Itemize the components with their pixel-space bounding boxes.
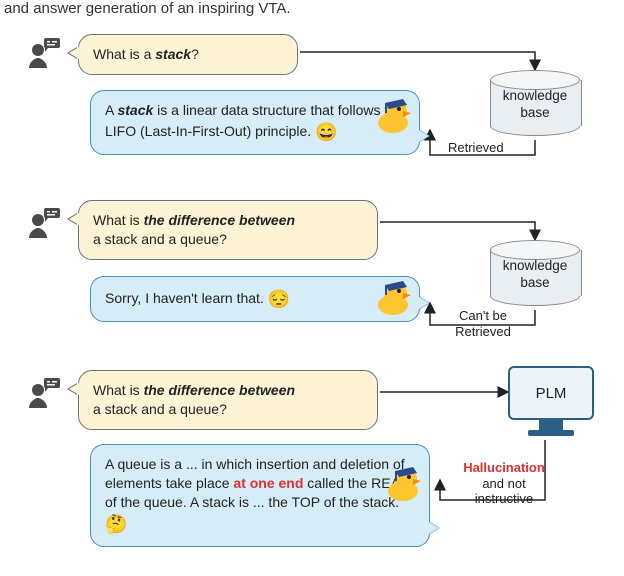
- q3-em: the difference between: [144, 382, 295, 398]
- duck-grad-icon: [373, 277, 413, 317]
- e2l1: Can't be: [459, 308, 507, 323]
- cropped-text-above: and answer generation of an inspiring VT…: [0, 0, 624, 17]
- kb2-line2: base: [520, 275, 549, 290]
- user-chat-icon: [26, 204, 62, 240]
- e2l2: Retrieved: [455, 324, 511, 339]
- knowledge-base-1: knowledge base: [490, 70, 580, 136]
- knowledge-base-2: knowledge base: [490, 240, 580, 306]
- a3-red: at one end: [233, 475, 303, 491]
- q3-line2: a stack and a queue?: [93, 401, 227, 417]
- plm-monitor: PLM: [508, 366, 594, 440]
- sad-emoji: 😔: [268, 289, 290, 309]
- q1-em: stack: [155, 46, 191, 62]
- user-chat-icon: [26, 34, 62, 70]
- user-question-1: What is a stack?: [78, 34, 298, 75]
- edge-cant-retrieve: Can't beRetrieved: [448, 308, 518, 339]
- think-emoji: 🤔: [105, 514, 127, 534]
- q2-prefix: What is: [93, 212, 144, 228]
- plm-label: PLM: [536, 385, 567, 402]
- edge-hallucination: Hallucination and not instructive: [454, 460, 554, 507]
- user-question-2: What is the difference between a stack a…: [78, 200, 378, 260]
- bot-answer-2: Sorry, I haven't learn that. 😔: [90, 276, 420, 322]
- user-question-3: What is the difference between a stack a…: [78, 370, 378, 430]
- edge-retrieved-1: Retrieved: [448, 140, 504, 156]
- duck-grad-icon: [383, 463, 423, 503]
- user-chat-icon: [26, 374, 62, 410]
- bot-answer-3: A queue is a ... in which insertion and …: [90, 444, 430, 547]
- q2-em: the difference between: [144, 212, 295, 228]
- e3l3: instructive: [475, 491, 534, 506]
- a2-text: Sorry, I haven't learn that.: [105, 290, 268, 306]
- kb1-line1: knowledge: [503, 88, 568, 103]
- kb2-line1: knowledge: [503, 258, 568, 273]
- a1-em: stack: [117, 102, 153, 118]
- q2-line2: a stack and a queue?: [93, 231, 227, 247]
- q3-prefix: What is: [93, 382, 144, 398]
- a1-prefix: A: [105, 102, 117, 118]
- q1-suffix: ?: [191, 46, 199, 62]
- e3l2: and not: [482, 476, 525, 491]
- e3-red: Hallucination: [463, 460, 545, 475]
- duck-grad-icon: [373, 95, 413, 135]
- q1-prefix: What is a: [93, 46, 155, 62]
- kb1-line2: base: [520, 105, 549, 120]
- smile-emoji: 😄: [315, 122, 337, 142]
- bot-answer-1: A stack is a linear data structure that …: [90, 90, 420, 155]
